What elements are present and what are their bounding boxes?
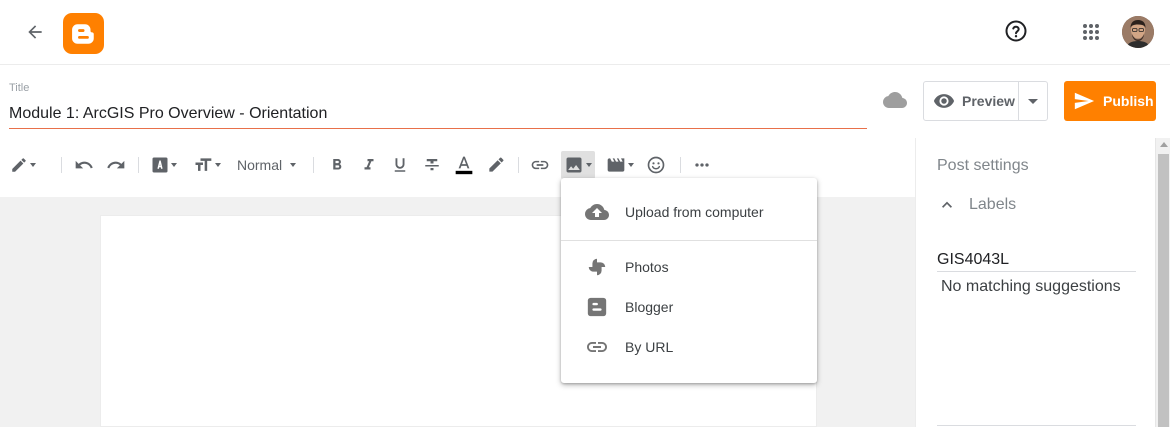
italic-icon (364, 159, 374, 170)
title-label: Title (9, 82, 30, 94)
text-size-button[interactable] (193, 153, 221, 177)
suggestion-message: No matching suggestions (941, 278, 1121, 295)
google-photos-icon (585, 255, 609, 279)
toolbar-divider (61, 157, 62, 173)
preview-label: Preview (962, 93, 1015, 109)
redo-button[interactable] (106, 153, 126, 177)
blogger-icon (585, 295, 609, 319)
menu-item-photos[interactable]: Photos (561, 247, 817, 287)
menu-item-by-url[interactable]: By URL (561, 327, 817, 367)
underline-icon (394, 158, 406, 172)
menu-item-upload-from-computer[interactable]: Upload from computer (561, 192, 817, 232)
apps-grid-icon (1083, 24, 1099, 40)
chevron-down-icon (586, 163, 592, 167)
highlight-button[interactable] (486, 153, 506, 177)
arrow-back-icon (28, 25, 42, 39)
chevron-down-icon (215, 163, 221, 167)
text-size-icon (195, 158, 212, 171)
menu-item-blogger[interactable]: Blogger (561, 287, 817, 327)
chevron-down-icon (1028, 98, 1038, 104)
compose-mode-button[interactable] (10, 153, 36, 177)
publish-button[interactable]: Publish (1064, 81, 1156, 121)
toolbar-divider (313, 157, 314, 173)
highlighter-icon (489, 157, 504, 172)
chevron-down-icon (30, 163, 36, 167)
labels-section-title: Labels (969, 196, 1017, 213)
bold-icon (333, 159, 342, 170)
menu-divider (561, 240, 817, 241)
video-icon (607, 158, 625, 172)
top-bar (0, 0, 1170, 65)
strikethrough-button[interactable] (423, 153, 441, 177)
undo-icon (75, 160, 93, 169)
cloud-upload-icon (585, 200, 609, 224)
link-icon (531, 160, 549, 170)
cloud-saved-icon (881, 88, 909, 112)
italic-button[interactable] (360, 153, 378, 177)
text-color-icon (455, 156, 473, 175)
scroll-up-arrow-icon[interactable] (1160, 142, 1168, 147)
emoji-button[interactable] (646, 153, 666, 177)
sidebar-scrollbar[interactable] (1155, 138, 1170, 427)
blogger-logo-icon[interactable] (63, 13, 104, 54)
post-settings-sidebar: Post settings Labels No matching suggest… (915, 138, 1155, 427)
chevron-down-icon (628, 163, 634, 167)
menu-item-label: Photos (625, 259, 669, 275)
labels-section-toggle[interactable]: Labels (937, 195, 1016, 215)
help-button[interactable] (1002, 17, 1030, 45)
more-options-button[interactable] (692, 153, 712, 177)
insert-image-button[interactable] (561, 151, 595, 179)
divider (937, 425, 1136, 426)
emoji-icon (647, 156, 665, 174)
help-circle-icon (1005, 20, 1027, 42)
paragraph-style-dropdown[interactable]: Normal (237, 153, 297, 177)
paragraph-style-label: Normal (237, 157, 283, 173)
strikethrough-icon (425, 159, 439, 171)
underline-button[interactable] (391, 153, 409, 177)
undo-button[interactable] (74, 153, 94, 177)
avatar[interactable] (1122, 16, 1154, 48)
toolbar-divider (138, 157, 139, 173)
insert-video-button[interactable] (606, 153, 634, 177)
chevron-up-icon (942, 201, 952, 208)
preview-button-group: Preview (923, 81, 1048, 121)
labels-input[interactable] (937, 248, 1136, 272)
preview-dropdown-button[interactable] (1019, 82, 1047, 120)
insert-image-menu: Upload from computer Photos Blogger By U… (561, 178, 817, 383)
more-horizontal-icon (695, 163, 709, 167)
chevron-down-icon (290, 163, 297, 167)
menu-item-label: By URL (625, 339, 674, 355)
chevron-down-icon (171, 163, 177, 167)
text-color-button[interactable] (454, 153, 474, 177)
link-icon (585, 335, 609, 359)
bold-button[interactable] (328, 153, 346, 177)
menu-item-label: Blogger (625, 299, 674, 315)
pencil-icon (12, 158, 26, 172)
publish-label: Publish (1103, 93, 1154, 109)
scrollbar-thumb[interactable] (1158, 154, 1169, 427)
image-icon (566, 157, 582, 173)
back-button[interactable] (20, 18, 50, 46)
toolbar-divider (680, 157, 681, 173)
send-icon (1074, 92, 1095, 110)
eye-icon (933, 94, 955, 108)
font-button[interactable] (151, 153, 177, 177)
menu-item-label: Upload from computer (625, 204, 764, 220)
font-icon (152, 157, 168, 173)
link-button[interactable] (530, 153, 550, 177)
title-input[interactable] (9, 100, 867, 129)
post-settings-title: Post settings (937, 157, 1029, 174)
preview-button[interactable]: Preview (924, 82, 1019, 120)
redo-icon (107, 160, 125, 169)
apps-button[interactable] (1077, 18, 1105, 46)
toolbar-divider (518, 157, 519, 173)
